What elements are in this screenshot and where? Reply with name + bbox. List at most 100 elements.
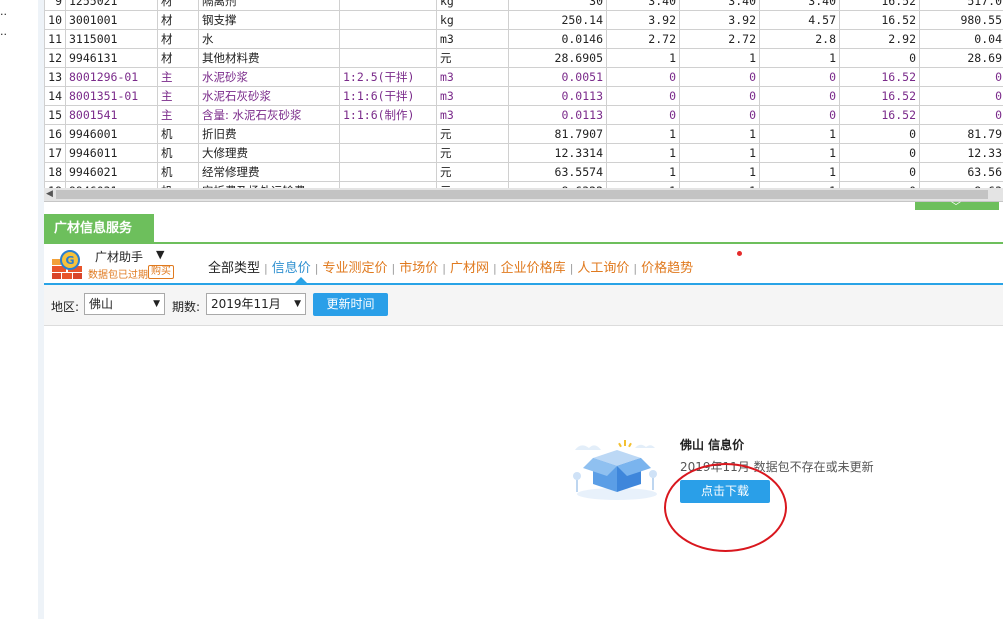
cell-spec[interactable] xyxy=(339,143,437,163)
cell-qty[interactable]: 81.7907 xyxy=(508,124,607,144)
cell-p1[interactable]: 1 xyxy=(606,124,680,144)
table-row[interactable]: 11 3115001 材水 m3 0.0146 2.72 2.72 2.8 2.92 0.04 xyxy=(44,29,1003,49)
cell-total[interactable]: 81.79 xyxy=(919,124,1003,144)
cell-name[interactable]: 水 xyxy=(198,29,340,49)
cell-p3[interactable]: 3.40 xyxy=(759,0,840,11)
tab-5[interactable]: 企业价格库 xyxy=(501,257,566,276)
cell-spec[interactable] xyxy=(339,124,437,144)
cell-code[interactable]: 9946131 xyxy=(65,48,158,68)
panel-collapse-handle[interactable]: ﹀ xyxy=(915,202,999,213)
cell-p4[interactable]: 16.52 xyxy=(839,10,920,30)
cell-p2[interactable]: 1 xyxy=(679,124,760,144)
cell-total[interactable]: 63.56 xyxy=(919,162,1003,182)
cell-no[interactable]: 14 xyxy=(44,86,66,106)
tab-6[interactable]: 人工询价 xyxy=(577,257,629,276)
cell-code[interactable]: 3001001 xyxy=(65,10,158,30)
cell-name[interactable]: 钢支撑 xyxy=(198,10,340,30)
cell-unit[interactable]: kg xyxy=(436,0,509,11)
tab-1[interactable]: 信息价 xyxy=(272,257,311,276)
cell-qty[interactable]: 0.0051 xyxy=(508,67,607,87)
cell-name[interactable]: 经常修理费 xyxy=(198,162,340,182)
cell-code[interactable]: 9946021 xyxy=(65,162,158,182)
cell-unit[interactable]: 元 xyxy=(436,162,509,182)
cell-type[interactable]: 材 xyxy=(157,48,199,68)
table-row[interactable]: 12 9946131 材其他材料费元 28.6905 1 1 1 0 28.69 xyxy=(44,48,1003,68)
cell-type[interactable]: 材 xyxy=(157,0,199,11)
cell-code[interactable]: 8001296-01 xyxy=(65,67,158,87)
cell-spec[interactable]: 1:2.5(干拌) xyxy=(339,67,437,87)
cell-type[interactable]: 机 xyxy=(157,124,199,144)
cell-p3[interactable]: 1 xyxy=(759,162,840,182)
cell-no[interactable]: 16 xyxy=(44,124,66,144)
cell-unit[interactable]: 元 xyxy=(436,48,509,68)
cell-total[interactable]: 0 xyxy=(919,86,1003,106)
cell-p2[interactable]: 3.92 xyxy=(679,10,760,30)
update-time-button[interactable]: 更新时间 xyxy=(313,293,388,316)
cell-p2[interactable]: 1 xyxy=(679,143,760,163)
cell-unit[interactable]: m3 xyxy=(436,105,509,125)
period-select[interactable]: 2019年11月 ▼ xyxy=(206,293,306,315)
cell-code[interactable]: 8001351-01 xyxy=(65,86,158,106)
cell-p3[interactable]: 0 xyxy=(759,86,840,106)
cell-type[interactable]: 主 xyxy=(157,105,199,125)
cell-code[interactable]: 8001541 xyxy=(65,105,158,125)
cell-spec[interactable] xyxy=(339,0,437,11)
table-row[interactable]: 18 9946021 机经常修理费元 63.5574 1 1 1 0 63.56 xyxy=(44,162,1003,182)
cell-p3[interactable]: 0 xyxy=(759,67,840,87)
section-tab-guangcai[interactable]: 广材信息服务 xyxy=(44,214,154,243)
material-grid[interactable]: 9 1255021 材隔离剂 kg 30 3.40 3.40 3.40 16.52 517.0 10… xyxy=(44,0,1003,189)
cell-type[interactable]: 材 xyxy=(157,10,199,30)
cell-total[interactable]: 28.69 xyxy=(919,48,1003,68)
cell-type[interactable]: 机 xyxy=(157,162,199,182)
cell-p2[interactable]: 0 xyxy=(679,67,760,87)
cell-p4[interactable]: 16.52 xyxy=(839,105,920,125)
cell-p2[interactable]: 2.72 xyxy=(679,29,760,49)
cell-p4[interactable]: 2.92 xyxy=(839,29,920,49)
cell-p3[interactable]: 0 xyxy=(759,105,840,125)
cell-code[interactable]: 9946001 xyxy=(65,124,158,144)
horizontal-scrollbar[interactable]: ◀ xyxy=(44,188,1003,202)
cell-p1[interactable]: 3.92 xyxy=(606,10,680,30)
cell-name[interactable]: 折旧费 xyxy=(198,124,340,144)
cell-p1[interactable]: 0 xyxy=(606,67,680,87)
scroll-thumb[interactable] xyxy=(56,190,988,199)
cell-p4[interactable]: 16.52 xyxy=(839,86,920,106)
helper-dropdown-icon[interactable]: ▼ xyxy=(156,248,164,261)
cell-spec[interactable]: 1:1:6(干拌) xyxy=(339,86,437,106)
cell-p4[interactable]: 0 xyxy=(839,48,920,68)
cell-p3[interactable]: 2.8 xyxy=(759,29,840,49)
table-row[interactable]: 14 8001351-01 主水泥石灰砂浆 1:1:6(干拌) m3 0.0113 0 0 0 1… xyxy=(44,86,1003,106)
cell-type[interactable]: 主 xyxy=(157,67,199,87)
cell-no[interactable]: 11 xyxy=(44,29,66,49)
cell-p2[interactable]: 0 xyxy=(679,86,760,106)
cell-total[interactable]: 517.0 xyxy=(919,0,1003,11)
cell-total[interactable]: 980.55 xyxy=(919,10,1003,30)
cell-p2[interactable]: 0 xyxy=(679,105,760,125)
cell-p4[interactable]: 0 xyxy=(839,124,920,144)
cell-p3[interactable]: 1 xyxy=(759,143,840,163)
scroll-left-icon[interactable]: ◀ xyxy=(46,189,53,199)
cell-unit[interactable]: m3 xyxy=(436,29,509,49)
table-row[interactable]: 16 9946001 机折旧费元 81.7907 1 1 1 0 81.79 xyxy=(44,124,1003,144)
cell-total[interactable]: 0 xyxy=(919,105,1003,125)
cell-qty[interactable]: 63.5574 xyxy=(508,162,607,182)
cell-unit[interactable]: kg xyxy=(436,10,509,30)
table-row[interactable]: 13 8001296-01 主水泥砂浆 1:2.5(干拌) m3 0.0051 0 0 0 16.… xyxy=(44,67,1003,87)
cell-p1[interactable]: 1 xyxy=(606,143,680,163)
cell-no[interactable]: 12 xyxy=(44,48,66,68)
cell-spec[interactable] xyxy=(339,48,437,68)
cell-qty[interactable]: 30 xyxy=(508,0,607,11)
cell-qty[interactable]: 0.0113 xyxy=(508,105,607,125)
guangcai-helper-logo[interactable]: G xyxy=(51,250,83,280)
cell-p1[interactable]: 1 xyxy=(606,162,680,182)
cell-name[interactable]: 其他材料费 xyxy=(198,48,340,68)
table-row[interactable]: 10 3001001 材钢支撑 kg 250.14 3.92 3.92 4.57 16.52 98… xyxy=(44,10,1003,30)
cell-p4[interactable]: 0 xyxy=(839,162,920,182)
table-row[interactable]: 9 1255021 材隔离剂 kg 30 3.40 3.40 3.40 16.52 517.0 xyxy=(44,0,1003,11)
cell-no[interactable]: 18 xyxy=(44,162,66,182)
cell-code[interactable]: 1255021 xyxy=(65,0,158,11)
cell-total[interactable]: 12.33 xyxy=(919,143,1003,163)
cell-spec[interactable] xyxy=(339,10,437,30)
tab-3[interactable]: 市场价 xyxy=(399,257,438,276)
cell-name[interactable]: 水泥石灰砂浆 xyxy=(198,86,340,106)
